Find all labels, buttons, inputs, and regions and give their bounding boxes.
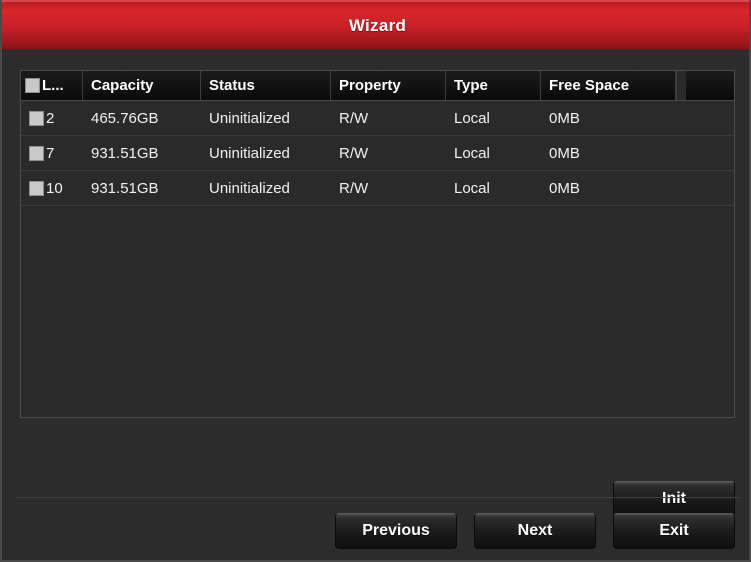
column-header-status[interactable]: Status — [201, 71, 331, 100]
init-button-zone: Init — [2, 425, 749, 517]
table-row[interactable]: 2 465.76GB Uninitialized R/W Local 0MB — [21, 101, 734, 136]
row-status: Uninitialized — [209, 144, 290, 162]
dialog-body: L... Capacity Status Property Type Free … — [2, 50, 749, 560]
row-property: R/W — [339, 109, 369, 127]
row-label-text: 7 — [46, 144, 55, 162]
row-capacity: 931.51GB — [91, 144, 159, 162]
next-button[interactable]: Next — [474, 513, 596, 549]
table-header-row: L... Capacity Status Property Type Free … — [21, 71, 734, 101]
wizard-dialog: Wizard L... Capacity Status Property Typ… — [0, 0, 751, 562]
column-header-capacity[interactable]: Capacity — [83, 71, 201, 100]
select-all-checkbox[interactable] — [25, 78, 40, 93]
row-status: Uninitialized — [209, 109, 290, 127]
header-right-gutter — [676, 71, 686, 100]
row-free-space: 0MB — [549, 144, 580, 162]
row-checkbox[interactable] — [29, 145, 44, 161]
row-capacity: 465.76GB — [91, 109, 159, 127]
row-free-space: 0MB — [549, 179, 580, 197]
row-label-cell[interactable]: 7 — [21, 136, 83, 170]
row-checkbox[interactable] — [29, 110, 44, 126]
hdd-table: L... Capacity Status Property Type Free … — [20, 70, 735, 418]
row-capacity: 931.51GB — [91, 179, 159, 197]
column-header-property[interactable]: Property — [331, 71, 446, 100]
row-label-cell[interactable]: 10 — [21, 171, 83, 205]
row-checkbox[interactable] — [29, 180, 44, 196]
column-header-label-text: L... — [42, 77, 64, 94]
row-label-cell[interactable]: 2 — [21, 101, 83, 135]
table-empty-area — [21, 206, 734, 388]
row-label-text: 2 — [46, 109, 55, 127]
table-row[interactable]: 10 931.51GB Uninitialized R/W Local 0MB — [21, 171, 734, 206]
column-header-free-space[interactable]: Free Space — [541, 71, 676, 100]
row-type: Local — [454, 144, 490, 162]
row-property: R/W — [339, 179, 369, 197]
row-status: Uninitialized — [209, 179, 290, 197]
footer-divider — [16, 497, 739, 498]
exit-button[interactable]: Exit — [613, 513, 735, 549]
row-free-space: 0MB — [549, 109, 580, 127]
row-type: Local — [454, 179, 490, 197]
table-row[interactable]: 7 931.51GB Uninitialized R/W Local 0MB — [21, 136, 734, 171]
window-title: Wizard — [348, 16, 407, 35]
previous-button[interactable]: Previous — [335, 513, 457, 549]
row-property: R/W — [339, 144, 369, 162]
column-header-type[interactable]: Type — [446, 71, 541, 100]
row-label-text: 10 — [46, 179, 63, 197]
title-bar: Wizard — [2, 0, 749, 50]
footer-button-bar: Previous Next Exit — [2, 502, 749, 560]
column-header-label[interactable]: L... — [21, 71, 83, 100]
row-type: Local — [454, 109, 490, 127]
